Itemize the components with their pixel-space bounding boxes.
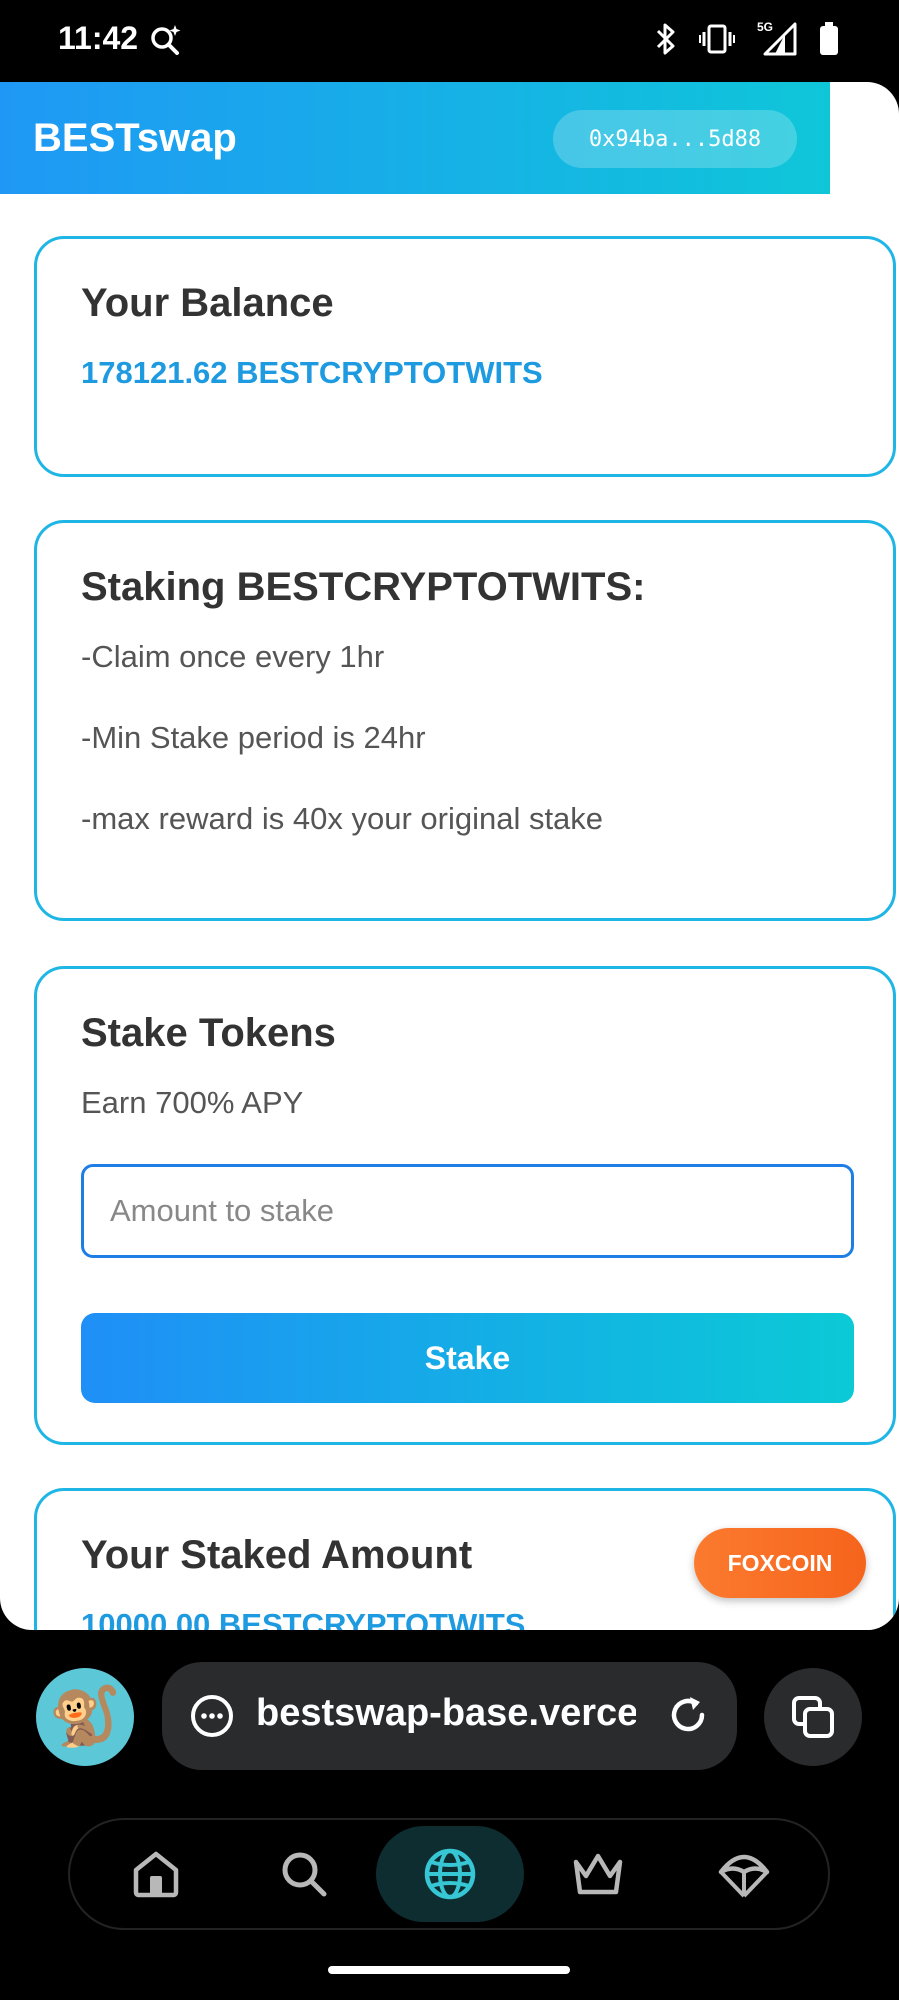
bluetooth-icon [656, 23, 675, 55]
site-info-icon[interactable] [190, 1694, 234, 1738]
nav-browser[interactable] [376, 1826, 524, 1922]
reload-icon[interactable] [665, 1692, 711, 1738]
monkey-avatar-icon: 🐒 [48, 1684, 122, 1749]
stake-amount-input[interactable] [84, 1167, 851, 1255]
balance-value: 178121.62 BESTCRYPTOTWITS [81, 355, 543, 390]
battery-icon [820, 22, 838, 55]
search-icon [282, 1852, 327, 1897]
staking-info-title: Staking BESTCRYPTOTWITS: [81, 565, 646, 609]
staked-amount-value: 10000.00 BESTCRYPTOTWITS [81, 1607, 526, 1630]
signal-icon: 5G [757, 20, 797, 56]
stake-button[interactable]: Stake [81, 1313, 854, 1403]
status-time: 11:42 [58, 20, 139, 56]
nav-home[interactable] [82, 1826, 230, 1922]
address-bar[interactable]: bestswap-base.vercel.app [162, 1662, 737, 1770]
tabs-button[interactable] [764, 1668, 862, 1766]
stake-amount-field[interactable] [81, 1164, 854, 1258]
crown-icon [573, 1853, 623, 1895]
tabs-icon [792, 1696, 834, 1738]
app-header: BESTswap 0x94ba...5d88 [0, 82, 830, 194]
staking-info-card: Staking BESTCRYPTOTWITS: -Claim once eve… [34, 520, 896, 921]
balance-title: Your Balance [81, 281, 334, 325]
balance-card: Your Balance 178121.62 BESTCRYPTOTWITS [34, 236, 896, 477]
status-bar: 11:42 5G [0, 0, 899, 82]
parachute-icon [718, 1854, 770, 1898]
stake-tokens-title: Stake Tokens [81, 1011, 336, 1055]
search-spark-icon [151, 25, 181, 55]
vibrate-icon [699, 24, 735, 54]
profile-avatar[interactable]: 🐒 [36, 1668, 134, 1766]
stake-tokens-card: Stake Tokens Earn 700% APY Stake [34, 966, 896, 1445]
home-indicator[interactable] [328, 1966, 570, 1974]
staking-rule: -Claim once every 1hr [81, 639, 385, 674]
bottom-navigation [68, 1818, 830, 1930]
network-type: 5G [757, 20, 774, 34]
home-icon [133, 1851, 179, 1898]
nav-airdrop[interactable] [670, 1826, 818, 1922]
wallet-address-button[interactable]: 0x94ba...5d88 [553, 110, 797, 168]
foxcoin-button[interactable]: FOXCOIN [694, 1528, 866, 1598]
url-text[interactable]: bestswap-base.vercel.app [256, 1692, 636, 1735]
brand-title[interactable]: BESTswap [33, 116, 237, 161]
staked-amount-title: Your Staked Amount [81, 1533, 473, 1577]
web-content: BESTswap 0x94ba...5d88 Your Balance 1781… [0, 82, 899, 1630]
globe-icon [424, 1848, 476, 1900]
staking-rule: -max reward is 40x your original stake [81, 801, 604, 836]
nav-search[interactable] [230, 1826, 378, 1922]
staking-rule: -Min Stake period is 24hr [81, 720, 426, 755]
stake-apy-label: Earn 700% APY [81, 1085, 304, 1120]
nav-crown[interactable] [524, 1826, 672, 1922]
